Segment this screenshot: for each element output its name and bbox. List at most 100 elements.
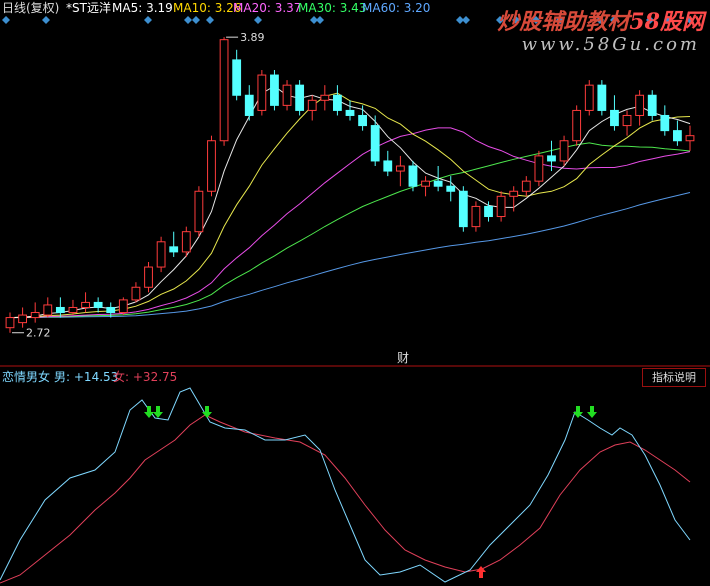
signal-diamond bbox=[2, 16, 10, 24]
men-value: +14.53 bbox=[73, 370, 119, 384]
signal-diamond bbox=[192, 16, 200, 24]
candle-body bbox=[547, 155, 556, 162]
header-stock: *ST远洋 bbox=[66, 1, 111, 15]
candle-body bbox=[5, 317, 15, 329]
candle-body bbox=[270, 74, 279, 106]
signal-diamond bbox=[184, 16, 192, 24]
candle-body bbox=[131, 286, 141, 301]
candle-body bbox=[471, 205, 481, 228]
candle-body bbox=[635, 94, 645, 116]
candle-body bbox=[358, 114, 367, 127]
candle-body bbox=[333, 94, 342, 111]
candle-body bbox=[521, 180, 531, 192]
ma5-line bbox=[9, 85, 691, 319]
candle-body bbox=[433, 180, 443, 187]
candle-body bbox=[81, 301, 90, 308]
candle-body bbox=[144, 266, 153, 288]
candle-body bbox=[408, 165, 418, 187]
candle-body bbox=[572, 109, 582, 142]
candle-body bbox=[610, 109, 619, 127]
ma30-line bbox=[9, 142, 691, 319]
ma60-value: 3.20 bbox=[403, 1, 431, 15]
candle-body bbox=[156, 241, 166, 268]
candle-body bbox=[370, 125, 380, 162]
indicator-name: 恋情男女 bbox=[2, 370, 51, 384]
signal-diamond bbox=[316, 16, 324, 24]
candle-body bbox=[43, 304, 53, 316]
candle-body bbox=[307, 99, 317, 111]
candle-body bbox=[68, 306, 78, 314]
candle-body bbox=[207, 140, 216, 192]
candle-body bbox=[219, 39, 229, 142]
sell-arrow-icon bbox=[153, 406, 163, 418]
indicator-help-button[interactable]: 指标说明 bbox=[642, 368, 706, 387]
ma5-label: MA5: bbox=[112, 1, 143, 15]
candle-body bbox=[584, 84, 594, 111]
candle-body bbox=[257, 74, 267, 111]
watermark-url: www.58Gu.com bbox=[521, 34, 700, 55]
candle-body bbox=[660, 114, 670, 132]
ma10-label: MA10: bbox=[173, 1, 211, 15]
chart-window: 3.89 2.72 财 日线(复权) *ST远洋 MA5: 3.19 MA10: 3… bbox=[0, 0, 710, 586]
signal-diamond bbox=[42, 16, 50, 24]
candle-body bbox=[458, 190, 468, 228]
candle-body bbox=[496, 195, 506, 218]
high-label: 3.89 bbox=[240, 31, 265, 44]
candle-body bbox=[395, 165, 405, 172]
candle-body bbox=[106, 306, 116, 314]
candle-body bbox=[559, 140, 569, 162]
candle-body bbox=[169, 246, 179, 253]
event-marker: 财 bbox=[397, 351, 409, 365]
candle-body bbox=[244, 94, 254, 116]
candle-body bbox=[232, 59, 242, 96]
women-line bbox=[0, 414, 691, 584]
chart-canvas: 3.89 2.72 财 bbox=[0, 16, 710, 584]
signal-diamond bbox=[254, 16, 262, 24]
candle-body bbox=[181, 231, 191, 253]
ma20-line bbox=[9, 127, 691, 319]
candle-body bbox=[194, 190, 204, 233]
men-label: 男 bbox=[54, 370, 67, 384]
candle-body bbox=[534, 155, 544, 182]
ma10-line bbox=[9, 92, 691, 319]
men-line bbox=[0, 387, 691, 583]
indicator-men: 男: +14.53 bbox=[54, 370, 119, 384]
signal-diamond bbox=[144, 16, 152, 24]
candle-body bbox=[320, 94, 330, 101]
ma60-label: MA60: bbox=[362, 1, 400, 15]
sell-arrow-icon bbox=[587, 406, 597, 418]
candle-body bbox=[421, 180, 430, 187]
candle-body bbox=[673, 130, 682, 142]
candle-body bbox=[647, 94, 657, 116]
candle-body bbox=[118, 299, 128, 314]
indicator-women: 女: +32.75 bbox=[113, 370, 178, 384]
ma60-line bbox=[9, 192, 691, 319]
candle-body bbox=[622, 114, 632, 127]
header-ma30: MA30: 3.43 bbox=[298, 1, 366, 15]
sell-arrow-icon bbox=[144, 406, 154, 418]
ma5-value: 3.19 bbox=[146, 1, 173, 15]
candle-body bbox=[685, 135, 695, 142]
candle-body bbox=[446, 185, 456, 192]
signal-diamond bbox=[462, 16, 470, 24]
candle-body bbox=[282, 84, 292, 106]
candle-body bbox=[55, 306, 65, 314]
low-label: 2.72 bbox=[26, 327, 51, 340]
women-label: 女 bbox=[113, 370, 126, 384]
candle-body bbox=[484, 205, 493, 218]
candle-body bbox=[18, 314, 27, 324]
ma30-label: MA30: bbox=[298, 1, 336, 15]
candle-body bbox=[509, 190, 519, 197]
candle-body bbox=[295, 84, 305, 111]
header-ma60: MA60: 3.20 bbox=[362, 1, 430, 15]
header-ma5: MA5: 3.19 bbox=[112, 1, 173, 15]
women-value: +32.75 bbox=[132, 370, 178, 384]
candle-body bbox=[93, 301, 103, 308]
header-period: 日线(复权) bbox=[2, 1, 60, 15]
header-ma20: MA20: 3.37 bbox=[233, 1, 301, 15]
watermark-title-a: 炒股辅助教材 bbox=[497, 9, 630, 35]
signal-diamond bbox=[206, 16, 214, 24]
watermark-title-b: 58股网 bbox=[629, 9, 704, 35]
candle-body bbox=[597, 84, 607, 111]
candle-body bbox=[383, 160, 393, 172]
